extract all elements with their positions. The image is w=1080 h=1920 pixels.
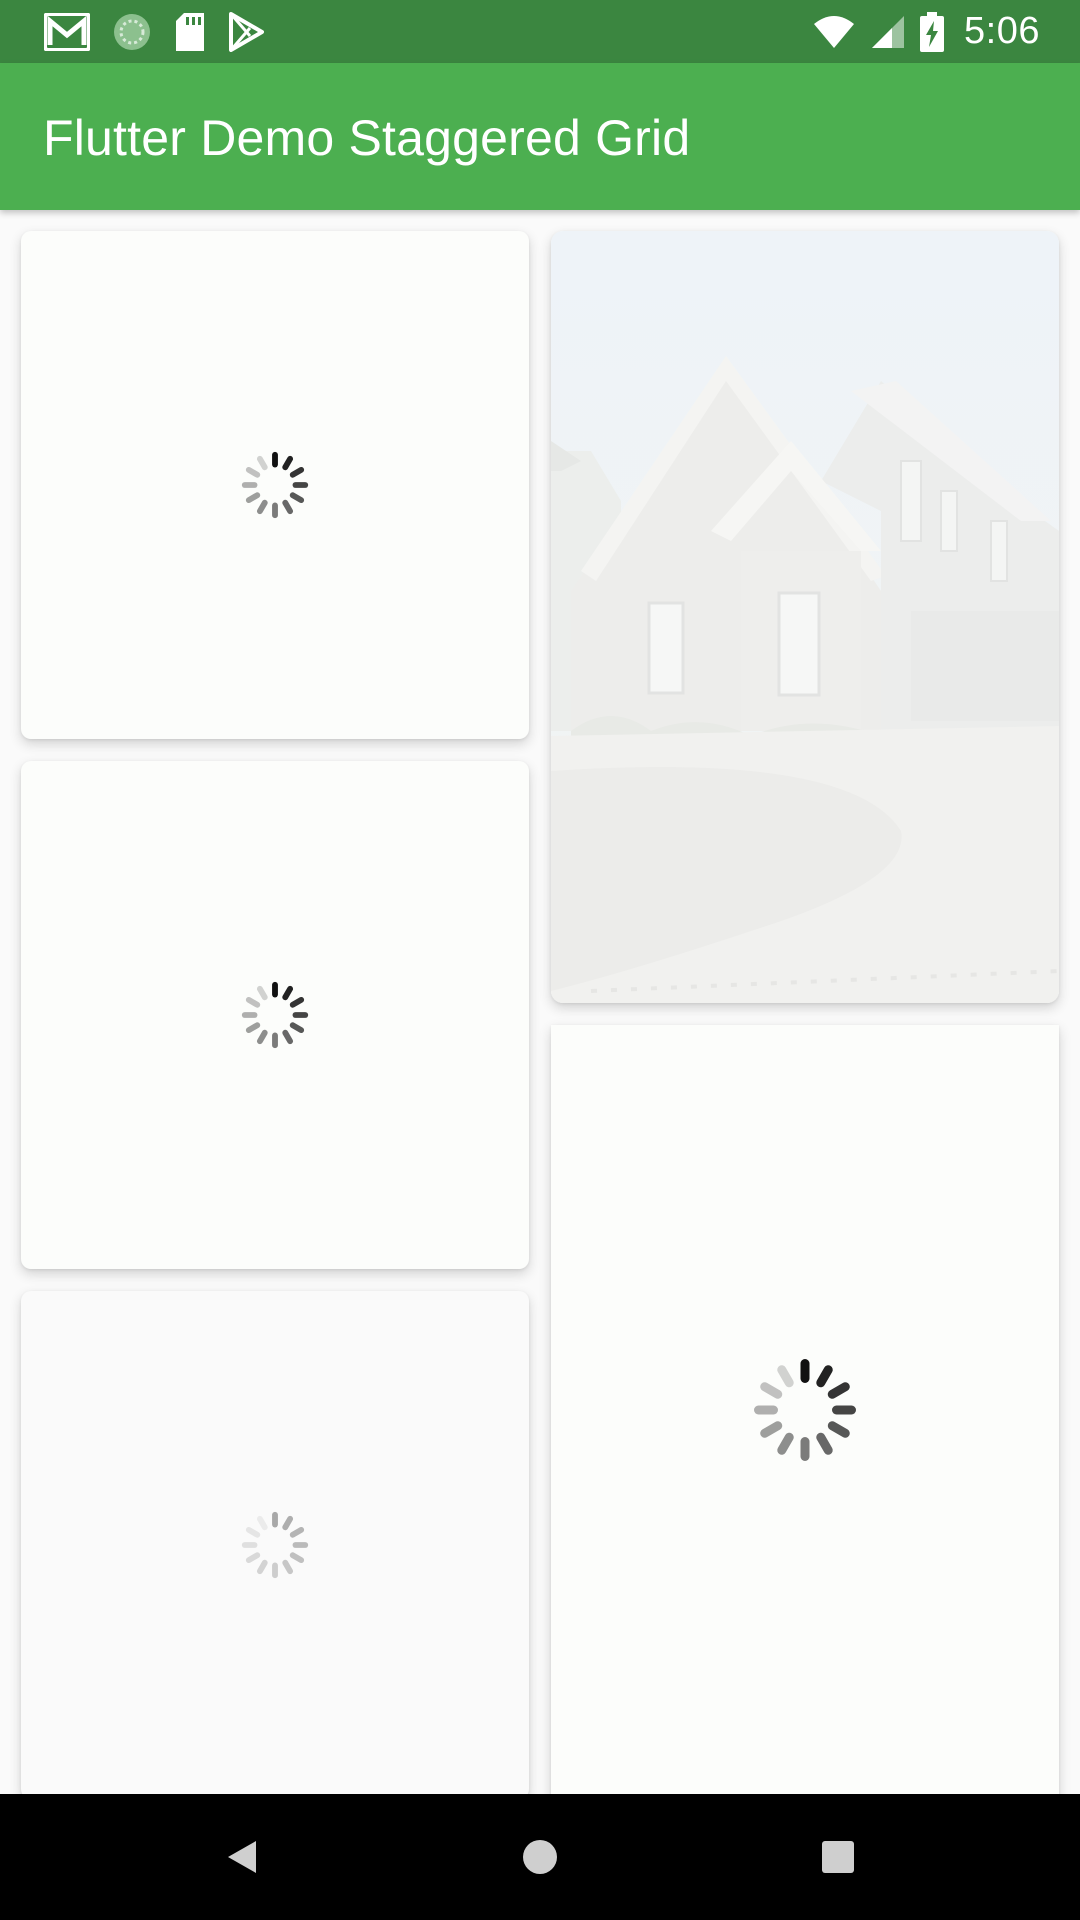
- grid-tile-2[interactable]: [551, 231, 1059, 1003]
- house-photo: [551, 231, 1059, 1003]
- loading-indicator: [21, 231, 529, 739]
- gmail-icon: [44, 12, 90, 51]
- loading-spinner-icon: [754, 1359, 856, 1461]
- system-status: 5:06: [798, 8, 1040, 55]
- sd-card-icon: [174, 12, 206, 52]
- grid-tile-4[interactable]: [21, 1291, 529, 1794]
- app-title: Flutter Demo Staggered Grid: [43, 110, 691, 166]
- sync-icon: [112, 12, 152, 52]
- notification-icons: [44, 10, 286, 53]
- grid-tile-3[interactable]: [21, 761, 529, 1269]
- loading-spinner-icon: [241, 981, 309, 1049]
- grid-tile-1[interactable]: [21, 231, 529, 739]
- loading-indicator: [21, 761, 529, 1269]
- back-icon: [228, 1841, 256, 1873]
- back-button[interactable]: [209, 1824, 275, 1890]
- recents-button[interactable]: [805, 1824, 871, 1890]
- grid-tile-5[interactable]: [551, 1025, 1059, 1794]
- play-store-icon: [228, 11, 264, 52]
- home-icon: [523, 1840, 557, 1874]
- navigation-bar: [0, 1794, 1080, 1920]
- clock: 5:06: [964, 10, 1040, 52]
- loading-indicator: [21, 1291, 529, 1794]
- loading-indicator: [551, 1025, 1059, 1794]
- loading-spinner-icon: [241, 1511, 309, 1579]
- loading-spinner-icon: [241, 451, 309, 519]
- status-bar: 5:06: [0, 0, 1080, 63]
- app-bar: Flutter Demo Staggered Grid: [0, 63, 1080, 210]
- battery-charging-icon: [920, 11, 945, 52]
- staggered-grid[interactable]: [0, 210, 1080, 1794]
- recents-icon: [822, 1841, 854, 1873]
- wifi-icon: [812, 14, 856, 50]
- cell-signal-icon: [870, 14, 906, 50]
- home-button[interactable]: [507, 1824, 573, 1890]
